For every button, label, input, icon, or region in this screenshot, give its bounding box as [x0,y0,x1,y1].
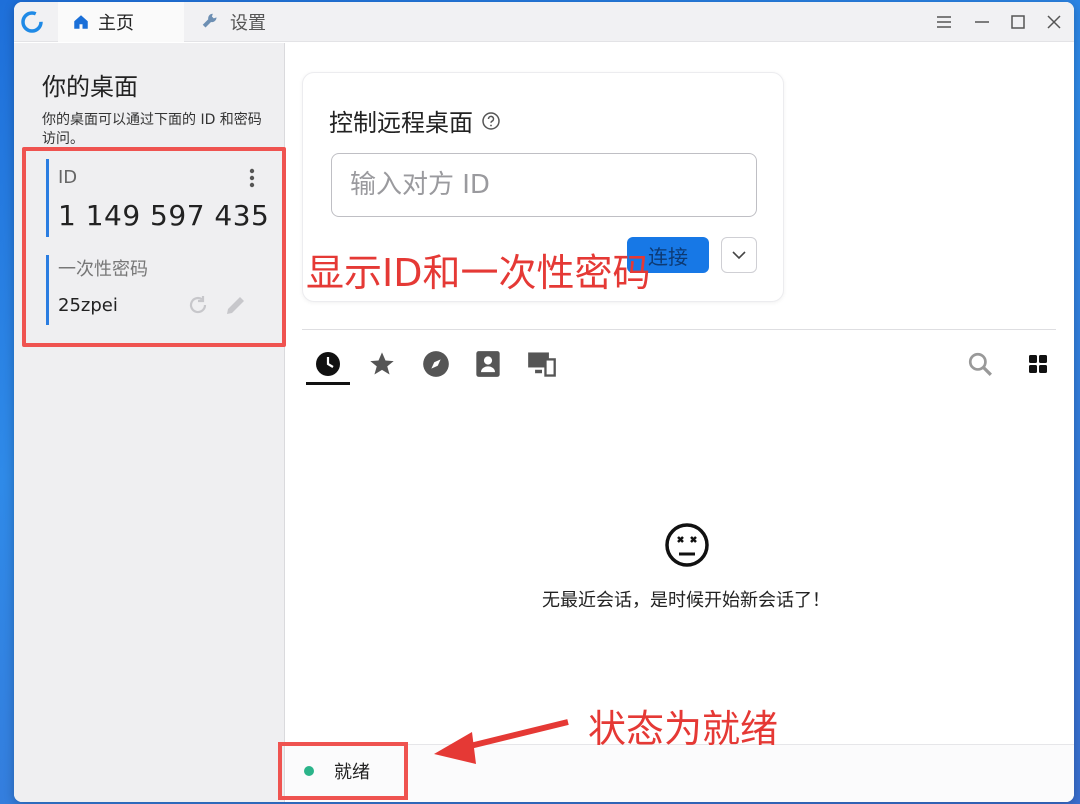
tab-favorites[interactable] [364,346,400,382]
password-label: 一次性密码 [58,259,148,280]
tab-home[interactable]: 主页 [58,2,184,42]
id-password-card: ID 1 149 597 435 一次性密码 25zpei [22,147,286,347]
refresh-password-icon[interactable] [186,293,210,317]
close-button[interactable] [1044,12,1064,32]
view-toggle-button[interactable] [1020,346,1056,382]
close-icon [1047,15,1061,29]
status-indicator: 就绪 [278,742,408,800]
maximize-icon [1011,15,1025,29]
id-accent-bar [46,159,49,237]
tab-home-label: 主页 [98,13,134,34]
connect-title-text: 控制远程桌面 [329,109,473,137]
more-options-icon[interactable] [246,167,258,189]
home-icon [74,15,88,29]
app-logo-icon [21,11,43,33]
help-icon[interactable] [481,111,501,131]
devices-icon [528,352,556,377]
connect-title: 控制远程桌面 [329,103,501,138]
sad-face-icon [665,523,709,567]
callout-arrow-icon [434,719,569,764]
star-icon [370,352,394,375]
grid-view-icon [1029,355,1047,373]
your-desktop-panel: 你的桌面 你的桌面可以通过下面的 ID 和密码访问。 ID 1 149 597 … [14,43,286,802]
password-accent-bar [46,255,49,325]
wrench-icon [202,13,217,28]
address-book-icon [476,351,500,377]
tab-address-book[interactable] [470,346,506,382]
tab-settings[interactable]: 设置 [186,2,296,42]
remote-id-input[interactable] [331,153,757,217]
clock-icon [316,352,340,376]
id-label: ID [58,167,78,188]
section-divider [302,329,1056,330]
minimize-button[interactable] [972,12,992,32]
minimize-icon [975,21,989,23]
panel-title: 你的桌面 [42,73,138,101]
compass-icon [423,351,449,377]
id-value[interactable]: 1 149 597 435 [58,199,269,232]
edit-password-icon[interactable] [224,293,248,317]
app-window: 主页 设置 你的桌面 你的桌面可以通过下面的 ID 和密码访问。 ID 1 14… [14,2,1074,802]
tab-accessible-devices[interactable] [524,346,560,382]
menu-icon [937,16,951,28]
panel-description: 你的桌面可以通过下面的 ID 和密码访问。 [42,112,262,147]
status-text: 就绪 [334,762,370,783]
empty-state-message: 无最近会话，是时候开始新会话了！ [542,590,830,611]
status-dot [304,766,314,776]
tab-discovered[interactable] [418,346,454,382]
connect-options-dropdown[interactable] [721,237,757,273]
maximize-button[interactable] [1008,12,1028,32]
active-tab-indicator [306,382,350,385]
menu-button[interactable] [934,12,954,32]
chevron-down-icon [732,251,746,260]
password-value[interactable]: 25zpei [58,295,118,316]
search-button[interactable] [962,346,998,382]
search-icon [968,352,992,376]
status-callout: 状态为就绪 [588,707,779,751]
tab-settings-label: 设置 [230,13,266,34]
title-bar: 主页 设置 [14,2,1074,42]
tab-recent-sessions[interactable] [310,346,346,382]
id-password-callout: 显示ID和一次性密码 [306,251,651,295]
